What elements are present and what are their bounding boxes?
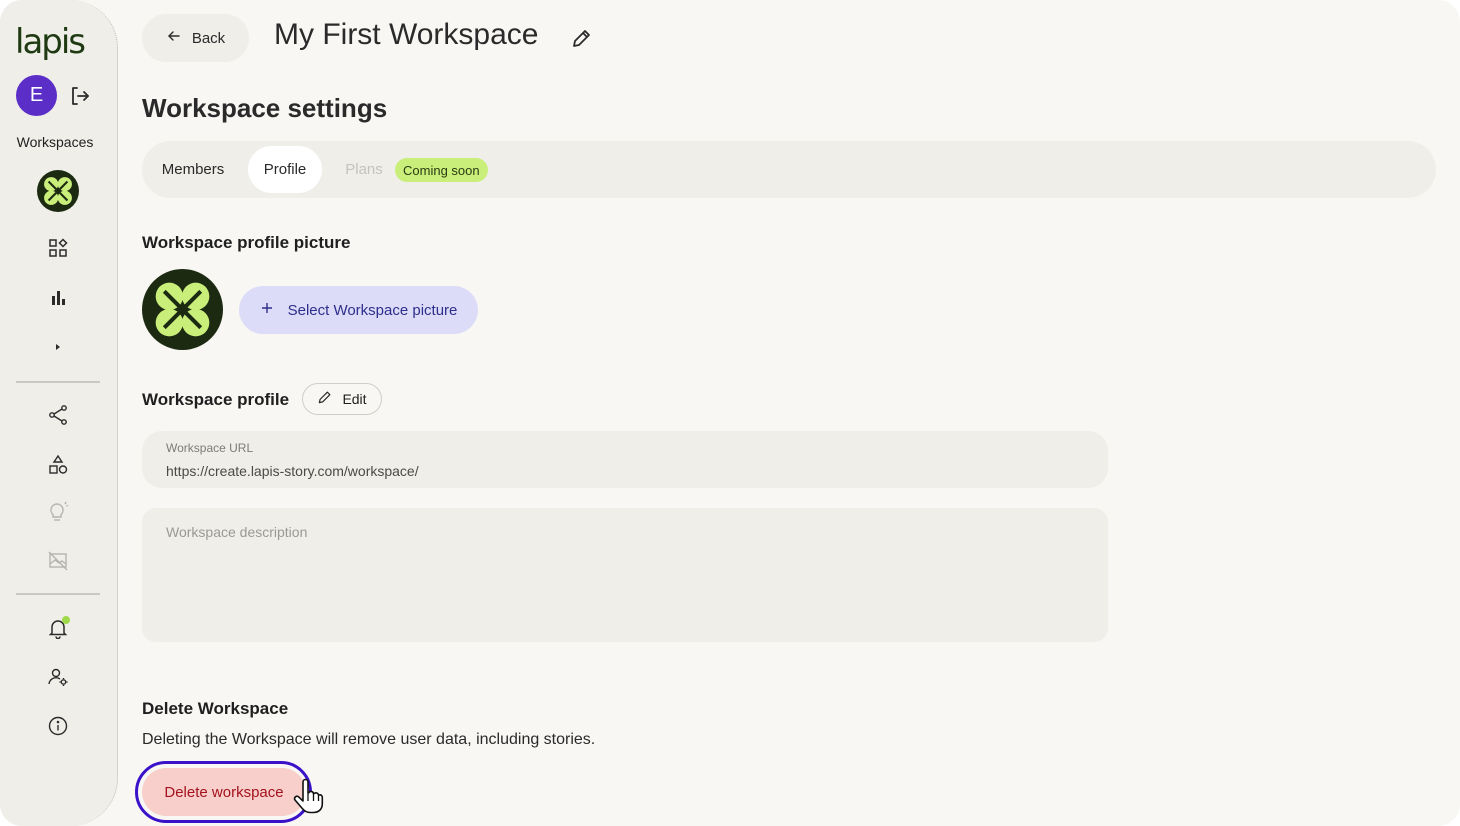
settings-tabs: Members Profile Plans Coming soon [142, 141, 1436, 198]
workspace-picture [142, 269, 223, 350]
workspace-url-value: https://create.lapis-story.com/workspace… [166, 463, 419, 479]
pencil-icon [317, 390, 332, 408]
workspace-url-label: Workspace URL [166, 441, 254, 455]
arrow-left-icon [166, 28, 182, 48]
edit-label: Edit [342, 391, 367, 407]
select-picture-label: Select Workspace picture [287, 301, 458, 319]
back-label: Back [191, 29, 226, 47]
tab-plans: Plans [345, 161, 383, 178]
grid-icon[interactable] [46, 236, 70, 260]
workspace-title: My First Workspace [274, 18, 539, 51]
image-off-icon [46, 549, 70, 573]
plus-icon [260, 301, 274, 319]
app-window: lapis E Workspaces Back My First Workspa… [0, 0, 1460, 826]
tab-profile[interactable]: Profile [248, 146, 322, 193]
back-button[interactable]: Back [142, 14, 249, 62]
workspace-description-placeholder: Workspace description [166, 524, 308, 540]
workspace-profile-heading: Workspace profile [142, 390, 290, 409]
user-settings-icon[interactable] [46, 665, 70, 689]
workspace-description-field[interactable]: Workspace description [142, 508, 1108, 642]
sidebar: lapis E Workspaces [0, 0, 118, 826]
lightbulb-icon [46, 500, 70, 524]
logout-icon[interactable] [68, 84, 92, 108]
info-icon[interactable] [46, 714, 70, 738]
delete-workspace-button[interactable]: Delete workspace [142, 768, 306, 816]
tab-members[interactable]: Members [147, 146, 239, 193]
select-workspace-picture-button[interactable]: Select Workspace picture [239, 286, 478, 334]
sidebar-divider [16, 593, 100, 595]
shapes-icon[interactable] [46, 453, 70, 477]
user-avatar[interactable]: E [16, 75, 57, 116]
edit-profile-button[interactable]: Edit [302, 383, 382, 415]
delete-workspace-heading: Delete Workspace [142, 699, 289, 718]
bar-chart-icon[interactable] [46, 285, 70, 309]
workspace-logo-icon[interactable] [37, 170, 79, 212]
delete-workspace-description: Deleting the Workspace will remove user … [142, 731, 596, 748]
hand-cursor-icon [292, 778, 324, 814]
coming-soon-badge: Coming soon [395, 158, 488, 182]
notification-dot [62, 616, 70, 624]
workspace-url-field[interactable]: Workspace URL https://create.lapis-story… [142, 431, 1108, 488]
workspaces-label: Workspaces [16, 134, 94, 150]
sidebar-divider [16, 381, 100, 383]
share-icon[interactable] [46, 403, 70, 427]
app-logo[interactable]: lapis [15, 22, 86, 62]
settings-title: Workspace settings [142, 93, 388, 123]
profile-picture-heading: Workspace profile picture [142, 233, 351, 252]
pencil-icon[interactable] [570, 28, 592, 50]
caret-right-icon[interactable] [46, 335, 70, 359]
